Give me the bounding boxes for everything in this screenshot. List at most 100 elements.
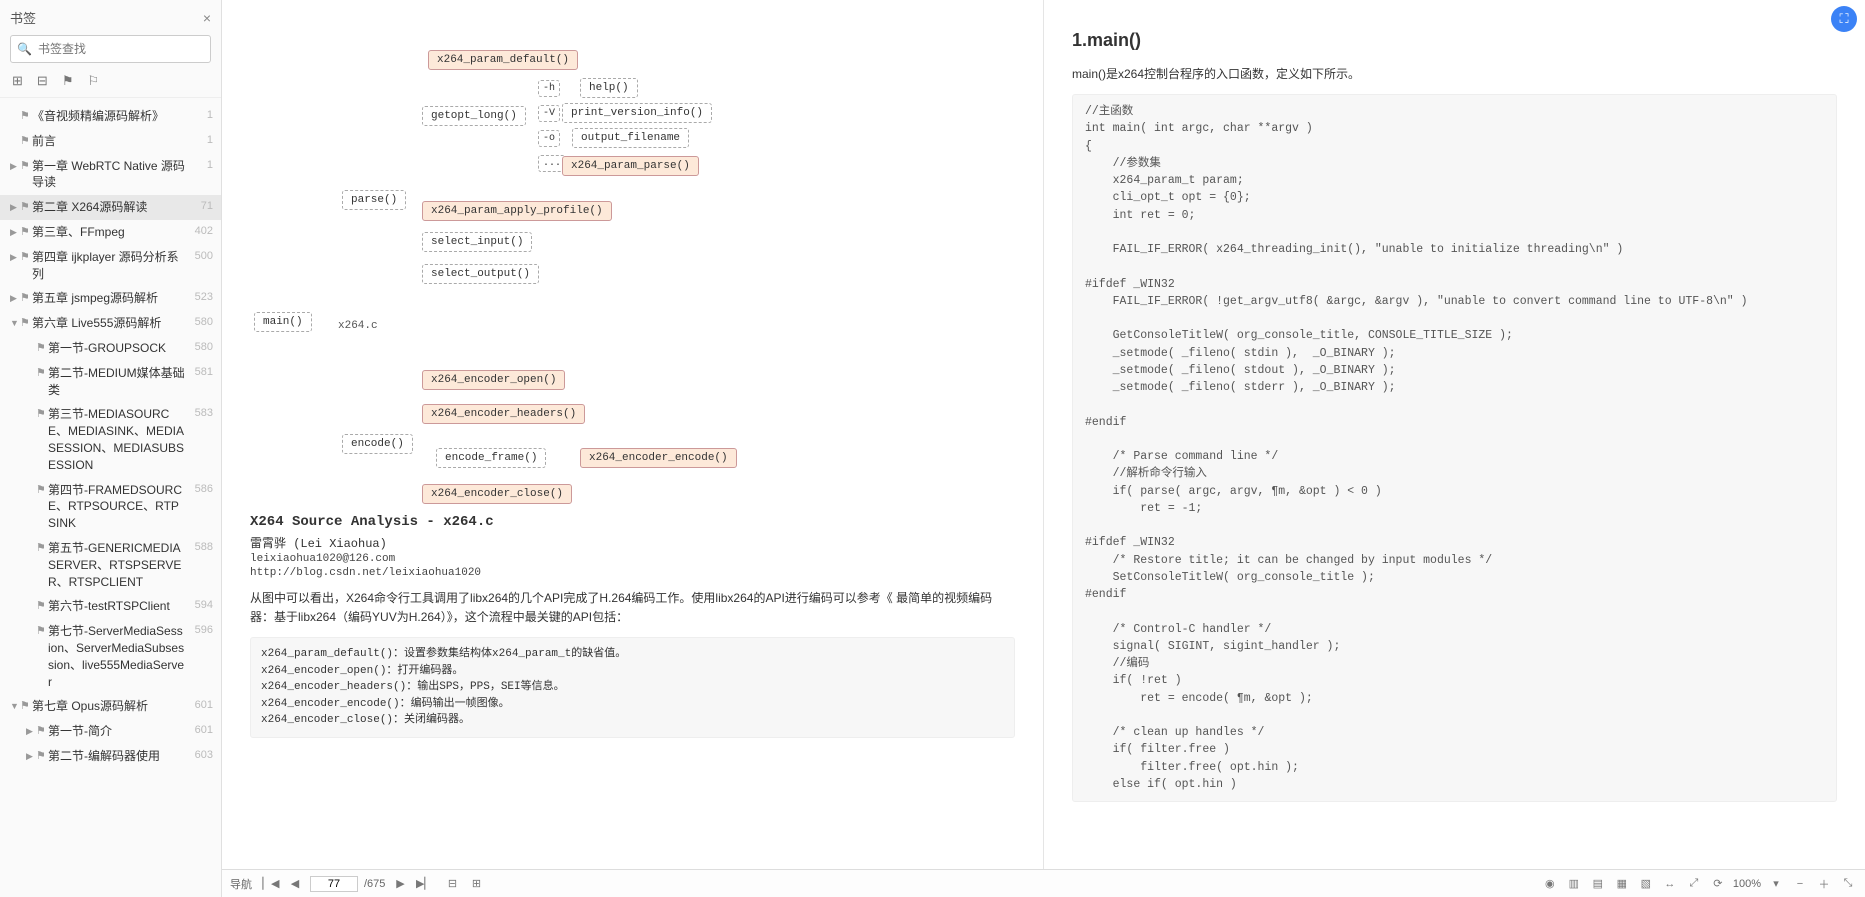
page-left: main() parse() encode() x264.c x264_para… — [222, 0, 1044, 897]
status-bar: 导航 ▏◀ ◀ /675 ▶ ▶▏ ⊟ ⊞ ◉ ▥ ▤ ▦ ▧ ↔ ⤢ — [222, 869, 1865, 897]
flow-enc-headers: x264_encoder_headers() — [422, 404, 585, 424]
zoom-dropdown-icon[interactable]: ▾ — [1767, 875, 1785, 893]
page-right: 1.main() main()是x264控制台程序的入口函数，定义如下所示。 /… — [1044, 0, 1865, 897]
toc-item[interactable]: ▼⚑第六章 Live555源码解析580 — [0, 311, 221, 336]
toc-item[interactable]: ▼⚑第七章 Opus源码解析601 — [0, 694, 221, 719]
prev-page-icon[interactable]: ◀ — [286, 875, 304, 893]
nav-label: 导航 — [230, 876, 252, 892]
toc-list[interactable]: ⚑《音视频精编源码解析》1⚑前言1▶⚑第一章 WebRTC Native 源码导… — [0, 98, 221, 897]
caret-icon[interactable]: ▶ — [10, 251, 20, 264]
toc-item[interactable]: ▶⚑第五章 jsmpeg源码解析523 — [0, 286, 221, 311]
flow-getopt: getopt_long() — [422, 106, 526, 126]
toc-label: 第三章、FFmpeg — [32, 224, 189, 241]
bookmark-icon: ⚑ — [36, 483, 48, 498]
flow-select-input: select_input() — [422, 232, 532, 252]
bookmark-icon: ⚑ — [36, 341, 48, 356]
toc-item[interactable]: ⚑《音视频精编源码解析》1 — [0, 104, 221, 129]
toc-item[interactable]: ▶⚑第四章 ijkplayer 源码分析系列500 — [0, 245, 221, 287]
last-page-icon[interactable]: ▶▏ — [415, 875, 433, 893]
body-paragraph: 从图中可以看出，X264命令行工具调用了libx264的几个API完成了H.26… — [250, 589, 1015, 627]
toc-item[interactable]: ⚑第二节-MEDIUM媒体基础类581 — [0, 361, 221, 403]
toc-page: 594 — [189, 598, 213, 613]
bookmark-icon: ⚑ — [36, 724, 48, 739]
rotate-icon[interactable]: ⟳ — [1709, 875, 1727, 893]
fit-width-icon[interactable]: ↔ — [1661, 875, 1679, 893]
toc-item[interactable]: ⚑第三节-MEDIASOURCE、MEDIASINK、MEDIASESSION、… — [0, 402, 221, 477]
toc-label: 第三节-MEDIASOURCE、MEDIASINK、MEDIASESSION、M… — [48, 406, 189, 473]
search-input[interactable]: 🔍 — [10, 35, 211, 63]
view-facing-icon[interactable]: ▦ — [1613, 875, 1631, 893]
bookmark-icon: ⚑ — [36, 749, 48, 764]
caret-icon[interactable]: ▶ — [26, 725, 36, 738]
collapse-all-icon[interactable]: ⊟ — [37, 73, 48, 89]
first-page-icon[interactable]: ▏◀ — [262, 875, 280, 893]
bookmark-icon: ⚑ — [20, 134, 32, 149]
toc-page: 580 — [189, 340, 213, 355]
caret-icon[interactable]: ▶ — [26, 750, 36, 763]
zoom-in-icon[interactable]: ＋ — [1815, 875, 1833, 893]
search-field[interactable] — [36, 38, 204, 60]
flow-opt-o: -o — [538, 130, 560, 147]
toc-item[interactable]: ⚑第五节-GENERICMEDIASERVER、RTSPSERVER、RTSPC… — [0, 536, 221, 594]
toc-item[interactable]: ⚑第七节-ServerMediaSession、ServerMediaSubse… — [0, 619, 221, 694]
toc-label: 第二节-MEDIUM媒体基础类 — [48, 365, 189, 399]
bookmark-icon: ⚑ — [20, 225, 32, 240]
toc-item[interactable]: ⚑第一节-GROUPSOCK580 — [0, 336, 221, 361]
source-title: X264 Source Analysis - x264.c — [250, 514, 1015, 530]
toc-item[interactable]: ▶⚑第三章、FFmpeg402 — [0, 220, 221, 245]
bookmark-add-icon[interactable]: ⚑ — [62, 73, 74, 89]
bookmark-icon: ⚑ — [36, 366, 48, 381]
flow-encode: encode() — [342, 434, 413, 454]
page-number-input[interactable] — [310, 876, 358, 892]
zoom-out-icon[interactable]: − — [1791, 875, 1809, 893]
caret-icon[interactable]: ▼ — [10, 700, 20, 713]
toc-page: 583 — [189, 406, 213, 421]
caret-icon[interactable]: ▶ — [10, 201, 20, 214]
screenshot-fab-icon[interactable]: ⛶ — [1831, 6, 1857, 32]
collapse-panel-icon[interactable]: ⊟ — [443, 875, 461, 893]
flow-enc-frame: encode_frame() — [436, 448, 546, 468]
toc-label: 第七章 Opus源码解析 — [32, 698, 189, 715]
caret-icon[interactable]: ▶ — [10, 292, 20, 305]
zoom-level: 100% — [1733, 878, 1761, 890]
view-book-icon[interactable]: ▧ — [1637, 875, 1655, 893]
fullscreen-icon[interactable]: ⤡ — [1839, 875, 1857, 893]
bookmark-icon: ⚑ — [20, 200, 32, 215]
toc-item[interactable]: ⚑前言1 — [0, 129, 221, 154]
bookmark-alt-icon[interactable]: ⚐ — [87, 73, 99, 89]
flowchart: main() parse() encode() x264.c x264_para… — [250, 20, 1015, 500]
toc-page: 603 — [189, 748, 213, 763]
toc-item[interactable]: ▶⚑第一章 WebRTC Native 源码导读1 — [0, 154, 221, 196]
toc-page: 402 — [189, 224, 213, 239]
toc-label: 第五节-GENERICMEDIASERVER、RTSPSERVER、RTSPCL… — [48, 540, 189, 590]
source-url: http://blog.csdn.net/leixiaohua1020 — [250, 567, 1015, 579]
bookmark-icon: ⚑ — [36, 599, 48, 614]
toc-page: 596 — [189, 623, 213, 638]
sidebar-toolbar: ⊞ ⊟ ⚑ ⚐ — [0, 69, 221, 98]
toc-item[interactable]: ⚑第六节-testRTSPClient594 — [0, 594, 221, 619]
flow-enc-open: x264_encoder_open() — [422, 370, 565, 390]
toc-item[interactable]: ▶⚑第二章 X264源码解读71 — [0, 195, 221, 220]
flow-param-apply: x264_param_apply_profile() — [422, 201, 612, 221]
bookmark-icon: ⚑ — [36, 541, 48, 556]
expand-all-icon[interactable]: ⊞ — [12, 73, 23, 89]
view-mode-eye-icon[interactable]: ◉ — [1541, 875, 1559, 893]
flow-param-default: x264_param_default() — [428, 50, 578, 70]
toc-label: 前言 — [32, 133, 189, 150]
next-page-icon[interactable]: ▶ — [391, 875, 409, 893]
close-icon[interactable]: × — [203, 10, 211, 26]
section-heading: 1.main() — [1072, 30, 1837, 51]
flow-parse: parse() — [342, 190, 406, 210]
view-single-icon[interactable]: ▥ — [1565, 875, 1583, 893]
caret-icon[interactable]: ▶ — [10, 160, 20, 173]
view-continuous-icon[interactable]: ▤ — [1589, 875, 1607, 893]
section-intro: main()是x264控制台程序的入口函数，定义如下所示。 — [1072, 65, 1837, 82]
toc-item[interactable]: ▶⚑第一节-简介601 — [0, 719, 221, 744]
flow-print-ver: print_version_info() — [562, 103, 712, 123]
toc-item[interactable]: ⚑第四节-FRAMEDSOURCE、RTPSOURCE、RTPSINK586 — [0, 478, 221, 536]
expand-panel-icon[interactable]: ⊞ — [467, 875, 485, 893]
fit-page-icon[interactable]: ⤢ — [1685, 875, 1703, 893]
caret-icon[interactable]: ▶ — [10, 226, 20, 239]
caret-icon[interactable]: ▼ — [10, 317, 20, 330]
toc-item[interactable]: ▶⚑第二节-编解码器使用603 — [0, 744, 221, 769]
